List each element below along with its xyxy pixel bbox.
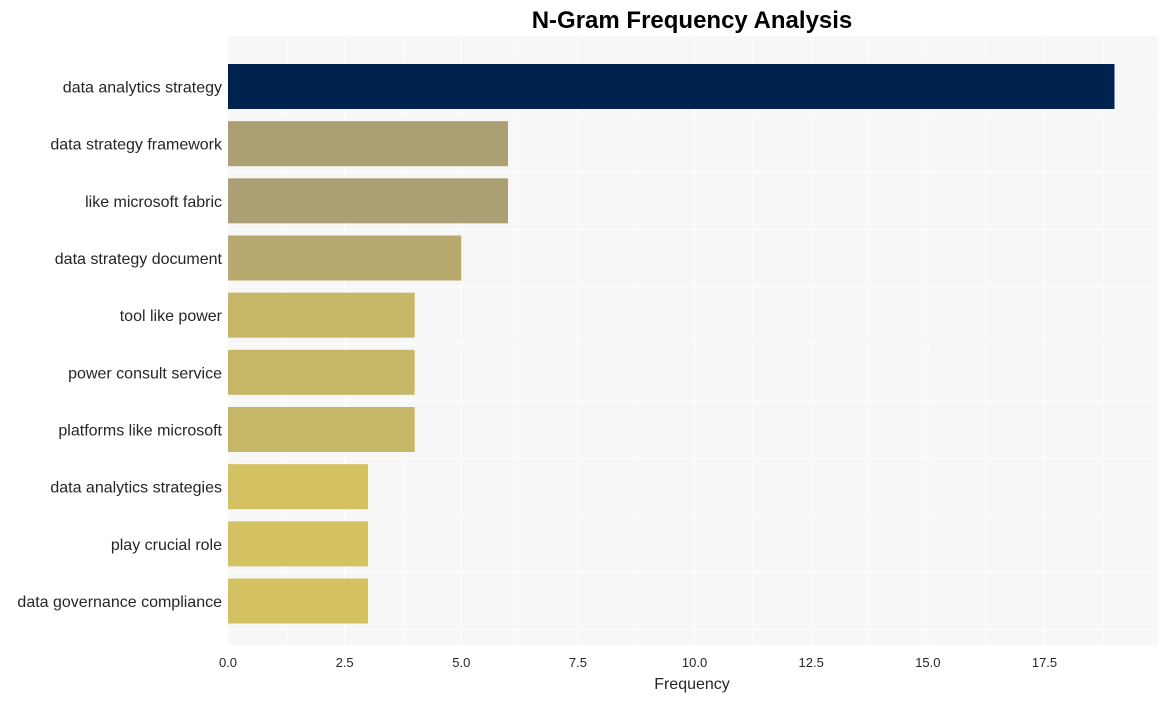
- bar: [228, 349, 415, 395]
- x-tick-label: 12.5: [799, 655, 824, 670]
- bar: [228, 521, 368, 567]
- x-tick-label: 10.0: [682, 655, 707, 670]
- bar: [228, 178, 508, 224]
- bar: [228, 292, 415, 338]
- bar: [228, 121, 508, 167]
- x-tick-label: 2.5: [336, 655, 354, 670]
- y-tick-label: tool like power: [120, 308, 223, 325]
- y-tick-label: play crucial role: [111, 537, 222, 554]
- y-tick-label: data analytics strategies: [50, 480, 222, 497]
- x-tick-label: 17.5: [1032, 655, 1057, 670]
- chart-title: N-Gram Frequency Analysis: [532, 7, 853, 34]
- bar: [228, 64, 1115, 109]
- y-tick-label: data strategy document: [55, 251, 223, 268]
- bar: [228, 407, 415, 452]
- bar: [228, 578, 368, 624]
- y-tick-label: power consult service: [68, 365, 222, 382]
- y-tick-label: platforms like microsoft: [58, 423, 222, 440]
- x-axis-label: Frequency: [654, 676, 730, 693]
- chart: data analytics strategy data strategy fra…: [17, 7, 1158, 693]
- x-tick-labels: 0.0 2.5 5.0 7.5 10.0 12.5 15.0 17.5: [219, 655, 1057, 670]
- x-tick-label: 0.0: [219, 655, 237, 670]
- y-tick-label: like microsoft fabric: [85, 194, 222, 211]
- y-tick-labels: data analytics strategy data strategy fra…: [17, 80, 223, 612]
- y-tick-label: data governance compliance: [17, 594, 222, 611]
- bar: [228, 464, 368, 510]
- y-tick-label: data strategy framework: [50, 137, 223, 154]
- x-tick-label: 7.5: [569, 655, 587, 670]
- x-tick-label: 5.0: [452, 655, 470, 670]
- x-tick-label: 15.0: [915, 655, 940, 670]
- y-tick-label: data analytics strategy: [63, 80, 222, 97]
- bar: [228, 235, 462, 281]
